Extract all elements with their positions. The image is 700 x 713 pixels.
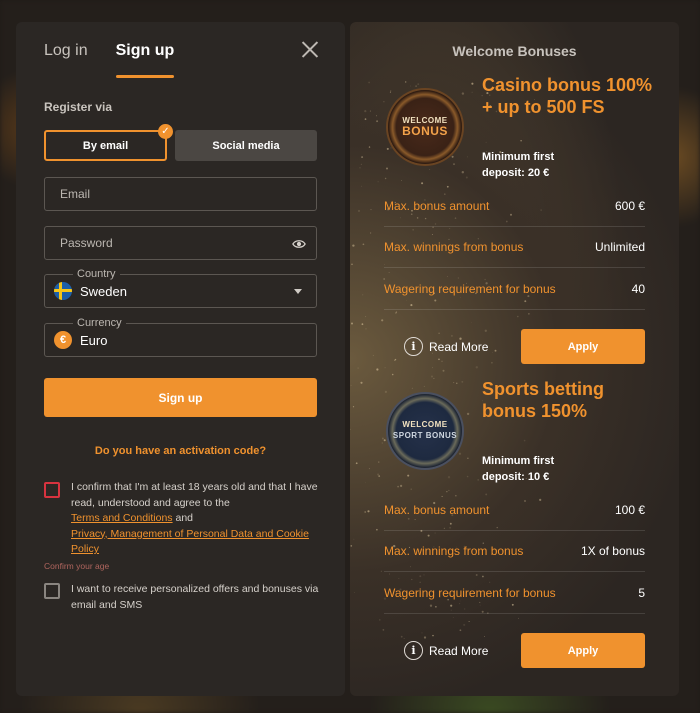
- row-value: 1X of bonus: [580, 544, 645, 558]
- row-key: Max. winnings from bonus: [384, 240, 524, 254]
- row-value: 600 €: [614, 199, 645, 213]
- welcome-bonuses-title: Welcome Bonuses: [452, 43, 577, 59]
- sweden-flag-icon: [54, 282, 72, 300]
- sports-read-more[interactable]: i Read More: [404, 641, 488, 660]
- age-consent-label: I confirm that I'm at least 18 years old…: [71, 481, 318, 509]
- casino-medal-big: BONUS: [402, 124, 448, 138]
- offers-consent-checkbox[interactable]: [44, 583, 60, 599]
- sports-row-wagering: Wagering requirement for bonus 5: [384, 573, 645, 614]
- sports-row-max-bonus: Max. bonus amount 100 €: [384, 490, 645, 531]
- signup-button[interactable]: Sign up: [44, 378, 317, 417]
- row-key: Max. bonus amount: [384, 199, 490, 213]
- row-key: Wagering requirement for bonus: [384, 282, 556, 296]
- sports-apply-button[interactable]: Apply: [521, 633, 645, 668]
- by-email-label: By email: [82, 139, 129, 152]
- country-select[interactable]: Country Sweden: [44, 268, 317, 308]
- eye-icon[interactable]: [292, 237, 306, 251]
- sports-medal-big: SPORT BONUS: [392, 431, 458, 440]
- row-value: Unlimited: [594, 240, 645, 254]
- offers-consent-text: I want to receive personalized offers an…: [71, 583, 319, 611]
- info-icon: i: [404, 337, 423, 356]
- sports-min-deposit-value: deposit: 10 €: [482, 471, 550, 483]
- by-email-button[interactable]: By email ✓: [44, 124, 173, 161]
- sports-min-deposit-label: Minimum first: [482, 455, 555, 467]
- country-value: Sweden: [80, 283, 127, 299]
- age-consent-checkbox[interactable]: [44, 482, 60, 498]
- check-icon: ✓: [158, 124, 173, 139]
- casino-read-more[interactable]: i Read More: [404, 337, 488, 356]
- casino-bonus-medal: WELCOME BONUS: [388, 90, 462, 164]
- sports-min-deposit: Minimum first deposit: 10 €: [482, 453, 602, 485]
- casino-row-max-winnings: Max. winnings from bonus Unlimited: [384, 227, 645, 268]
- row-key: Max. winnings from bonus: [384, 544, 524, 558]
- casino-row-max-bonus: Max. bonus amount 600 €: [384, 186, 645, 227]
- read-more-label: Read More: [429, 339, 489, 354]
- age-consent-text: I confirm that I'm at least 18 years old…: [71, 480, 321, 558]
- row-key: Max. bonus amount: [384, 503, 490, 517]
- row-value: 100 €: [614, 503, 645, 517]
- social-media-button[interactable]: Social media: [175, 130, 317, 161]
- auth-tabs: Log in Sign up: [44, 42, 174, 78]
- currency-select[interactable]: Currency € Euro: [44, 317, 317, 357]
- casino-min-deposit: Minimum first deposit: 20 €: [482, 149, 602, 181]
- privacy-link[interactable]: Privacy, Management of Personal Data and…: [71, 528, 309, 556]
- row-value: 5: [638, 586, 645, 600]
- euro-icon: €: [54, 331, 72, 349]
- casino-apply-button[interactable]: Apply: [521, 329, 645, 364]
- and-text: and: [175, 512, 194, 524]
- country-label: Country: [73, 268, 120, 280]
- currency-value: Euro: [80, 332, 108, 348]
- signup-panel: Log in Sign up Register via By email ✓ S…: [16, 22, 345, 696]
- info-icon: i: [404, 641, 423, 660]
- casino-min-deposit-label: Minimum first: [482, 151, 555, 163]
- activation-code-link[interactable]: Do you have an activation code?: [16, 445, 345, 457]
- chevron-down-icon: [294, 289, 302, 294]
- sports-bonus-title: Sports betting bonus 150%: [482, 379, 604, 421]
- sports-medal-top: WELCOME: [402, 420, 448, 429]
- email-input[interactable]: [60, 187, 280, 201]
- tab-signup[interactable]: Sign up: [115, 42, 174, 78]
- sports-row-max-winnings: Max. winnings from bonus 1X of bonus: [384, 531, 645, 572]
- row-value: 40: [631, 282, 645, 296]
- register-via-label: Register via: [44, 100, 113, 114]
- row-key: Wagering requirement for bonus: [384, 586, 556, 600]
- currency-label: Currency: [73, 317, 126, 329]
- casino-min-deposit-value: deposit: 20 €: [482, 167, 550, 179]
- email-field[interactable]: [44, 177, 317, 211]
- tab-login[interactable]: Log in: [44, 42, 88, 78]
- read-more-label: Read More: [429, 643, 489, 658]
- casino-row-wagering: Wagering requirement for bonus 40: [384, 269, 645, 310]
- confirm-age-error: Confirm your age: [44, 561, 110, 571]
- sports-bonus-medal: WELCOME SPORT BONUS: [388, 394, 462, 468]
- terms-link[interactable]: Terms and Conditions: [71, 512, 173, 524]
- casino-bonus-title: Casino bonus 100% + up to 500 FS: [482, 75, 653, 117]
- password-input[interactable]: [60, 236, 280, 250]
- password-field[interactable]: [44, 226, 317, 260]
- close-icon[interactable]: [301, 40, 319, 58]
- welcome-bonuses-panel: Welcome Bonuses WELCOME BONUS Casino bon…: [350, 22, 679, 696]
